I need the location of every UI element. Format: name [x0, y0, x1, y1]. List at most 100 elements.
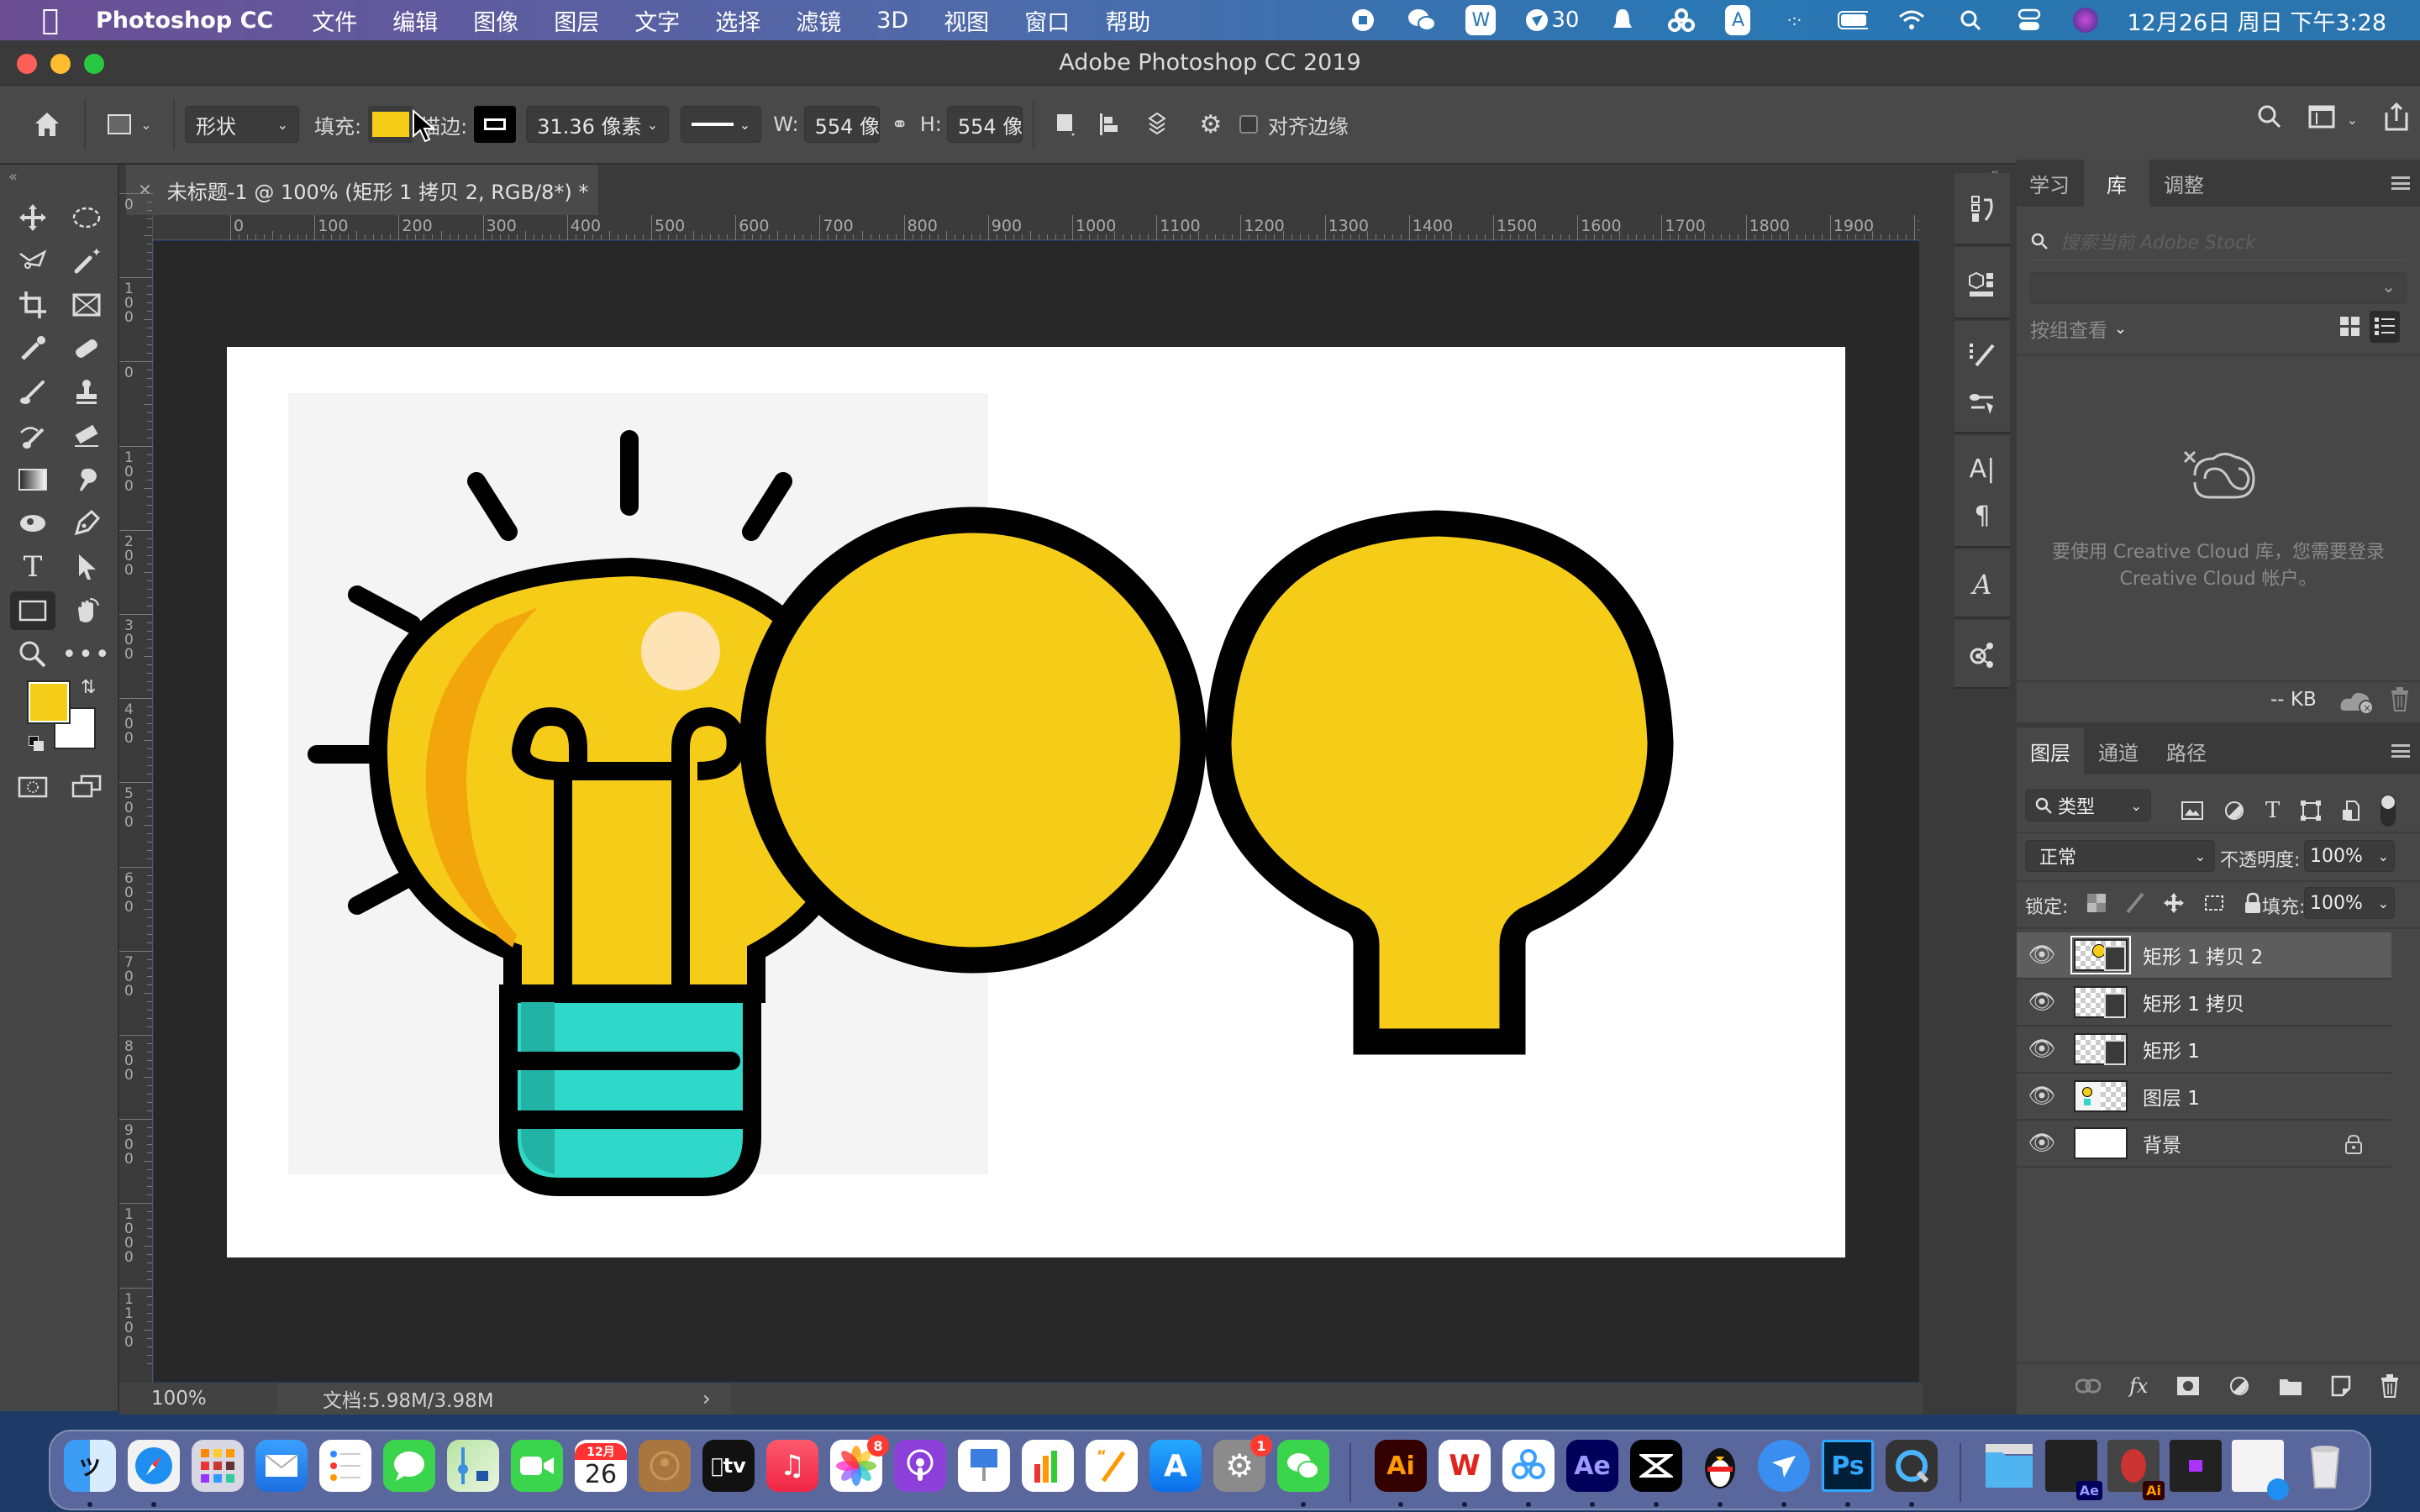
- document-tab[interactable]: ✕ 未标题-1 @ 100% (矩形 1 拷贝 2, RGB/8*) *: [126, 165, 598, 215]
- adjustment-layer-filter-icon[interactable]: [2223, 800, 2245, 822]
- bulb-shape-layer[interactable]: [1205, 510, 1674, 1055]
- dock-recent-safari-window[interactable]: [2232, 1440, 2289, 1500]
- menu-edit[interactable]: 编辑: [392, 4, 438, 37]
- visibility-eye-icon[interactable]: 👁: [2017, 942, 2067, 968]
- circle-shape-layer[interactable]: [739, 507, 1207, 974]
- dock-launchpad[interactable]: [192, 1440, 244, 1492]
- lock-all-icon[interactable]: [2244, 892, 2262, 914]
- move-tool[interactable]: [10, 198, 55, 237]
- new-group-icon[interactable]: [2279, 1376, 2302, 1396]
- add-mask-icon[interactable]: [2176, 1376, 2200, 1396]
- dock-reminders[interactable]: [319, 1440, 371, 1492]
- fill-opacity-field[interactable]: 100% ⌄: [2304, 887, 2395, 919]
- close-tab-icon[interactable]: ✕: [138, 180, 152, 200]
- filter-toggle-switch[interactable]: [2381, 795, 2396, 827]
- dodge-tool[interactable]: [10, 504, 55, 543]
- eraser-tool[interactable]: [64, 417, 109, 455]
- apple-menu-icon[interactable]: : [34, 3, 67, 37]
- wps-icon[interactable]: W: [1465, 5, 1497, 35]
- history-panel-icon[interactable]: [1961, 190, 2003, 230]
- healing-brush-tool[interactable]: [64, 329, 109, 368]
- more-tools-icon[interactable]: •••: [61, 635, 109, 674]
- visibility-eye-icon[interactable]: 👁: [2017, 1131, 2067, 1156]
- vertical-ruler[interactable]: 0 100 0 100 200 300 400 500 600 700 800 900 1000 1100: [119, 193, 153, 1383]
- path-arrangement-button[interactable]: [1134, 103, 1181, 145]
- dock-system-preferences[interactable]: ⚙ 1: [1213, 1435, 1272, 1492]
- lock-position-icon[interactable]: [2163, 892, 2185, 914]
- crop-tool[interactable]: [10, 286, 55, 324]
- link-layers-icon[interactable]: [2075, 1378, 2101, 1394]
- tab-paths[interactable]: 路径: [2153, 727, 2220, 774]
- dock-music[interactable]: ♫: [766, 1440, 818, 1492]
- layer-row[interactable]: 👁 矩形 1: [2017, 1026, 2391, 1074]
- tab-learn[interactable]: 学习: [2017, 160, 2082, 207]
- tab-channels[interactable]: 通道: [2086, 727, 2151, 774]
- group-view-toggle[interactable]: 按组查看 ⌄: [2030, 314, 2127, 343]
- dock-calendar[interactable]: 12月 26: [575, 1440, 627, 1492]
- dock-messages[interactable]: [383, 1440, 435, 1492]
- dock-capcut[interactable]: [1630, 1440, 1682, 1492]
- chevron-down-icon[interactable]: ⌄: [2347, 112, 2358, 128]
- lock-image-pixels-icon[interactable]: [2124, 892, 2144, 914]
- workspace-button[interactable]: [2308, 104, 2337, 134]
- tab-libraries[interactable]: 库: [2084, 160, 2149, 207]
- dock-after-effects[interactable]: Ae: [1566, 1440, 1618, 1492]
- opacity-field[interactable]: 100% ⌄: [2304, 840, 2395, 872]
- canvas[interactable]: [227, 347, 1845, 1257]
- chevron-right-icon[interactable]: ›: [702, 1387, 711, 1410]
- type-layer-filter-icon[interactable]: T: [2265, 798, 2280, 823]
- share-button[interactable]: [2383, 102, 2410, 136]
- dock-photoshop[interactable]: Ps: [1822, 1440, 1874, 1492]
- horizontal-ruler[interactable]: 0 100 200 300 400 500 600 700 800 900 1000 1100 1200…: [119, 215, 1991, 240]
- brush-tool[interactable]: [10, 373, 55, 412]
- layer-style-fx-icon[interactable]: fx: [2129, 1374, 2148, 1398]
- new-adjustment-layer-icon[interactable]: [2228, 1375, 2250, 1397]
- menu-select[interactable]: 选择: [715, 4, 760, 37]
- glyphs-panel-icon[interactable]: A: [1961, 564, 2003, 605]
- notification-bell-icon[interactable]: [1607, 5, 1638, 35]
- tool-mode-select[interactable]: 形状 ⌄: [185, 106, 299, 143]
- dots-icon[interactable]: ·:·: [1779, 5, 1809, 35]
- brushes-panel-icon[interactable]: [1961, 383, 2003, 423]
- control-center-icon[interactable]: [2014, 5, 2044, 35]
- dock-wechat[interactable]: [1277, 1440, 1329, 1492]
- close-window-button[interactable]: [17, 54, 37, 74]
- dock-recent-capcut-window[interactable]: [2170, 1440, 2222, 1492]
- layer-lock-icon[interactable]: [2344, 1134, 2363, 1154]
- properties-panel-icon[interactable]: [1961, 635, 2003, 675]
- brush-settings-panel-icon[interactable]: [1961, 334, 2003, 375]
- visibility-eye-icon[interactable]: 👁: [2017, 990, 2067, 1015]
- grid-view-button[interactable]: [2339, 316, 2361, 341]
- type-tool[interactable]: T: [10, 548, 55, 586]
- dock-photos[interactable]: 8: [830, 1435, 889, 1492]
- dock-recent-ae-window[interactable]: Ae: [2045, 1440, 2102, 1500]
- dock-pages[interactable]: “: [1086, 1440, 1138, 1492]
- dock-contacts[interactable]: [639, 1440, 691, 1492]
- chevron-down-icon[interactable]: ⌄: [2378, 895, 2389, 911]
- path-operations-button[interactable]: [1044, 103, 1086, 145]
- dock-baidu-netdisk[interactable]: [1502, 1440, 1555, 1492]
- wifi-icon[interactable]: [1897, 5, 1927, 35]
- library-select[interactable]: ⌄: [2030, 272, 2407, 304]
- layer-row[interactable]: 👁 图层 1: [2017, 1074, 2391, 1121]
- hand-rotate-tool[interactable]: [64, 591, 109, 630]
- geometry-options-button[interactable]: ⚙: [1187, 103, 1234, 145]
- menu-clock[interactable]: 12月26日 周日 下午3:28: [2127, 4, 2386, 37]
- dock-quicktime[interactable]: [1886, 1440, 1938, 1492]
- zoom-tool[interactable]: [10, 635, 55, 674]
- rectangle-tool[interactable]: [10, 591, 55, 630]
- visibility-eye-icon[interactable]: 👁: [2017, 1037, 2067, 1062]
- delete-icon[interactable]: [2390, 687, 2410, 712]
- tab-adjustments[interactable]: 调整: [2151, 160, 2217, 207]
- shape-layer-filter-icon[interactable]: [2300, 800, 2322, 822]
- screen-record-icon[interactable]: [1348, 5, 1378, 35]
- lasso-tool[interactable]: [10, 242, 55, 281]
- dock-podcasts[interactable]: [894, 1440, 946, 1492]
- height-field[interactable]: 554 像素: [946, 106, 1023, 143]
- smart-object-filter-icon[interactable]: [2342, 800, 2360, 822]
- delete-layer-icon[interactable]: [2380, 1374, 2400, 1398]
- baidu-netdisk-icon[interactable]: [1666, 5, 1697, 35]
- dock-downloads-folder[interactable]: [1983, 1440, 2035, 1492]
- input-method-icon[interactable]: A: [1725, 5, 1751, 35]
- zoom-window-button[interactable]: [84, 54, 104, 74]
